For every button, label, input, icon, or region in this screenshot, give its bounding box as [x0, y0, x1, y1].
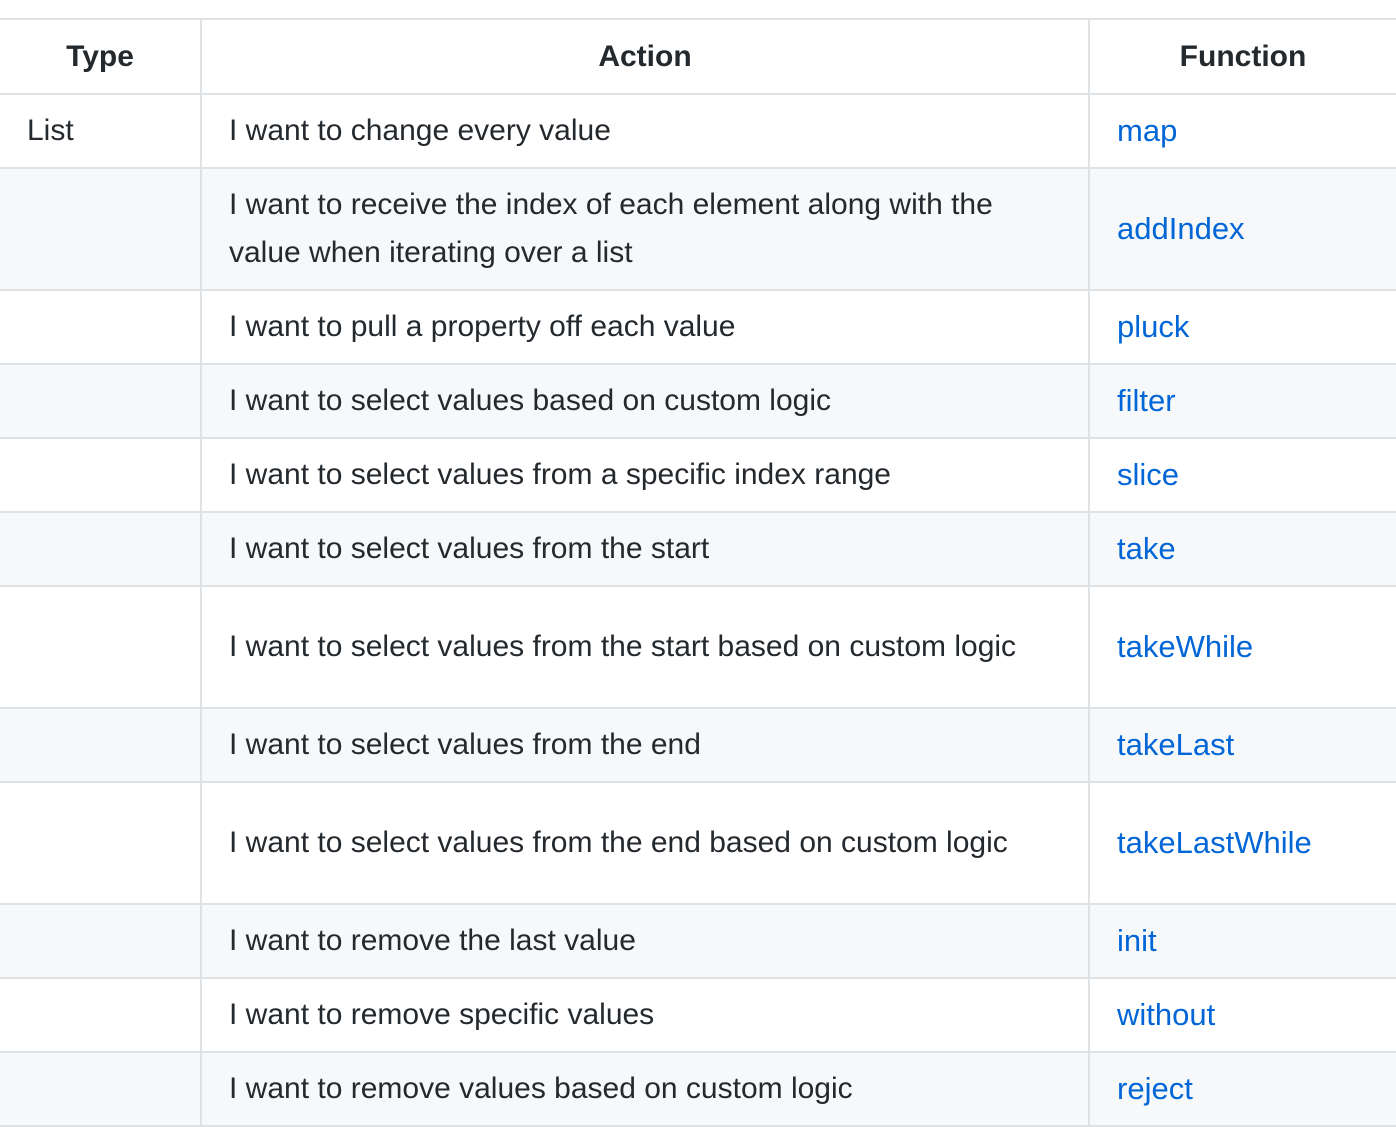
cell-action: I want to pull a property off each value: [200, 289, 1090, 365]
function-link-takelastwhile[interactable]: takeLastWhile: [1117, 825, 1312, 860]
table-row: I want to select values from the end tak…: [0, 707, 1396, 783]
cell-type: [0, 707, 202, 783]
cell-action: I want to select values from the start b…: [200, 585, 1090, 709]
cell-function: take: [1088, 511, 1396, 587]
cell-type: List: [0, 93, 202, 169]
table-row: I want to select values from a specific …: [0, 437, 1396, 513]
cell-type: [0, 511, 202, 587]
header-row: Type Action Function: [0, 18, 1396, 95]
cell-action: I want to select values based on custom …: [200, 363, 1090, 439]
cell-action: I want to select values from a specific …: [200, 437, 1090, 513]
cell-function: without: [1088, 977, 1396, 1053]
table-header: Type Action Function: [0, 18, 1396, 95]
function-link-takelast[interactable]: takeLast: [1117, 727, 1234, 762]
function-link-map[interactable]: map: [1117, 113, 1177, 148]
function-link-without[interactable]: without: [1117, 997, 1215, 1032]
cell-action: I want to select values from the end bas…: [200, 781, 1090, 905]
cell-function: init: [1088, 903, 1396, 979]
table-body: List I want to change every value map I …: [0, 93, 1396, 1127]
cell-type: [0, 977, 202, 1053]
cell-action: I want to remove the last value: [200, 903, 1090, 979]
page: Type Action Function List I want to chan…: [0, 0, 1396, 1127]
header-type: Type: [0, 18, 202, 95]
function-link-reject[interactable]: reject: [1117, 1071, 1193, 1106]
table-row: I want to select values based on custom …: [0, 363, 1396, 439]
function-link-slice[interactable]: slice: [1117, 457, 1179, 492]
table-row: I want to remove specific values without: [0, 977, 1396, 1053]
cell-function: takeLastWhile: [1088, 781, 1396, 905]
cell-action: I want to remove specific values: [200, 977, 1090, 1053]
cell-type: [0, 1051, 202, 1127]
function-table: Type Action Function List I want to chan…: [0, 18, 1396, 1127]
cell-function: takeLast: [1088, 707, 1396, 783]
header-action: Action: [200, 18, 1090, 95]
table-row: I want to select values from the start t…: [0, 511, 1396, 587]
cell-action: I want to select values from the start: [200, 511, 1090, 587]
cell-action: I want to receive the index of each elem…: [200, 167, 1090, 291]
cell-function: map: [1088, 93, 1396, 169]
table-row: I want to select values from the end bas…: [0, 781, 1396, 905]
cell-function: filter: [1088, 363, 1396, 439]
cell-function: takeWhile: [1088, 585, 1396, 709]
cell-type: [0, 363, 202, 439]
table-row: List I want to change every value map: [0, 93, 1396, 169]
cell-action: I want to select values from the end: [200, 707, 1090, 783]
function-link-init[interactable]: init: [1117, 923, 1157, 958]
table-row: I want to remove the last value init: [0, 903, 1396, 979]
function-link-addindex[interactable]: addIndex: [1117, 211, 1245, 246]
table-row: I want to pull a property off each value…: [0, 289, 1396, 365]
cell-function: reject: [1088, 1051, 1396, 1127]
function-link-pluck[interactable]: pluck: [1117, 309, 1189, 344]
cell-type: [0, 903, 202, 979]
cell-type: [0, 585, 202, 709]
function-link-filter[interactable]: filter: [1117, 383, 1176, 418]
function-link-takewhile[interactable]: takeWhile: [1117, 629, 1253, 664]
cell-type: [0, 781, 202, 905]
cell-action: I want to change every value: [200, 93, 1090, 169]
cell-type: [0, 167, 202, 291]
cell-type: [0, 437, 202, 513]
table-row: I want to select values from the start b…: [0, 585, 1396, 709]
cell-type: [0, 289, 202, 365]
table-row: I want to remove values based on custom …: [0, 1051, 1396, 1127]
cell-function: pluck: [1088, 289, 1396, 365]
cell-action: I want to remove values based on custom …: [200, 1051, 1090, 1127]
cell-function: slice: [1088, 437, 1396, 513]
table-row: I want to receive the index of each elem…: [0, 167, 1396, 291]
header-function: Function: [1088, 18, 1396, 95]
function-link-take[interactable]: take: [1117, 531, 1176, 566]
cell-function: addIndex: [1088, 167, 1396, 291]
